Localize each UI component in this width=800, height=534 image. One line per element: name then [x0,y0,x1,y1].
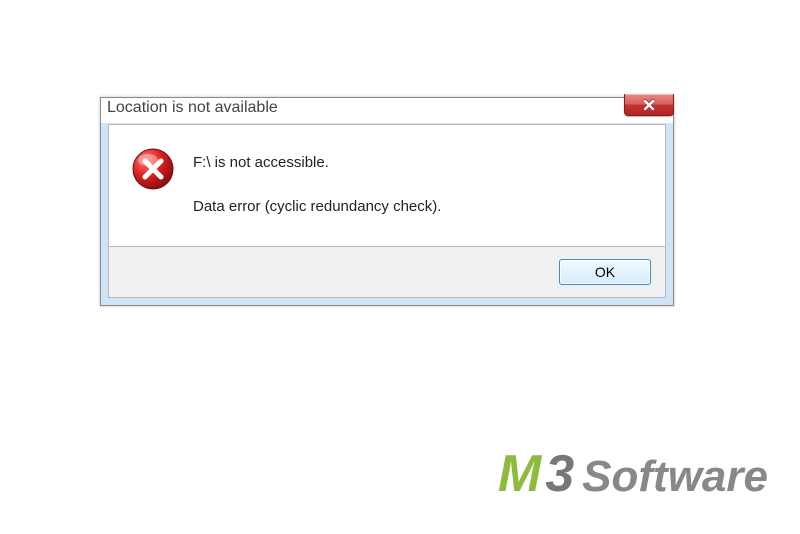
message-primary: F:\ is not accessible. [193,153,647,173]
message-block: F:\ is not accessible. Data error (cycli… [193,147,647,216]
dialog-title: Location is not available [107,99,278,117]
error-dialog: Location is not available [100,97,674,306]
ok-button[interactable]: OK [559,259,651,285]
button-row: OK [108,246,666,298]
title-bar: Location is not available [101,98,673,124]
dialog-frame: F:\ is not accessible. Data error (cycli… [101,124,673,305]
watermark-3: 3 [545,444,572,504]
error-icon [131,147,175,194]
message-secondary: Data error (cyclic redundancy check). [193,197,647,217]
close-button[interactable] [624,94,674,116]
watermark-text: Software [582,452,768,502]
close-icon [642,99,656,111]
watermark-m: M [498,444,539,504]
dialog-body: F:\ is not accessible. Data error (cycli… [108,124,666,246]
watermark: M3 Software [498,444,768,504]
